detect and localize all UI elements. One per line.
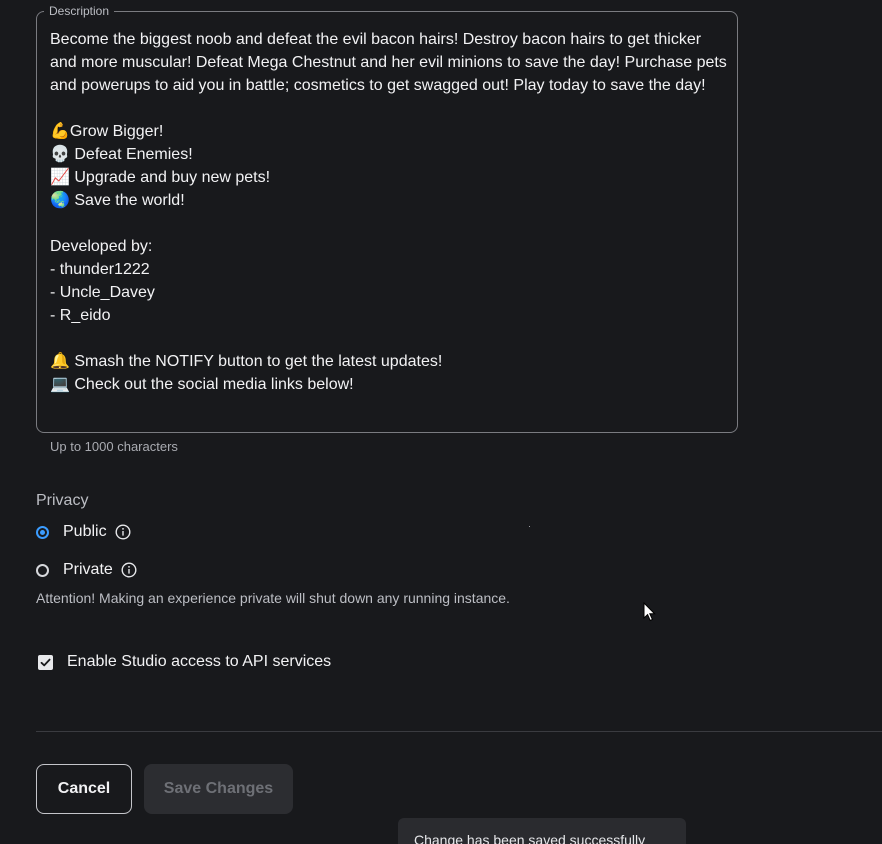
description-legend: Description xyxy=(44,4,115,18)
studio-access-label: Enable Studio access to API services xyxy=(67,653,332,670)
mouse-cursor-icon xyxy=(643,602,656,622)
stray-pixel xyxy=(529,526,530,527)
privacy-option-private[interactable]: Private xyxy=(36,559,137,581)
info-icon[interactable] xyxy=(121,562,137,578)
cancel-button[interactable]: Cancel xyxy=(36,764,132,814)
studio-access-checkbox[interactable] xyxy=(38,654,53,670)
description-char-limit-hint: Up to 1000 characters xyxy=(50,439,178,454)
privacy-attention-note: Attention! Making an experience private … xyxy=(36,590,510,606)
studio-access-option[interactable]: Enable Studio access to API services xyxy=(38,651,331,673)
privacy-option-public[interactable]: Public xyxy=(36,521,131,543)
description-text[interactable]: Become the biggest noob and defeat the e… xyxy=(50,28,732,396)
save-changes-button[interactable]: Save Changes xyxy=(144,764,293,814)
public-radio-label: Public xyxy=(63,523,107,540)
checkmark-icon xyxy=(40,658,51,666)
toast-message: Change has been saved successfully xyxy=(414,832,646,844)
privacy-section-label: Privacy xyxy=(36,492,89,509)
success-toast: Change has been saved successfully xyxy=(398,818,686,844)
private-radio[interactable] xyxy=(36,563,49,577)
experience-settings-page: Description Become the biggest noob and … xyxy=(0,0,882,844)
public-radio[interactable] xyxy=(36,525,49,539)
private-radio-label: Private xyxy=(63,561,113,578)
divider xyxy=(36,731,882,732)
info-icon[interactable] xyxy=(115,524,131,540)
